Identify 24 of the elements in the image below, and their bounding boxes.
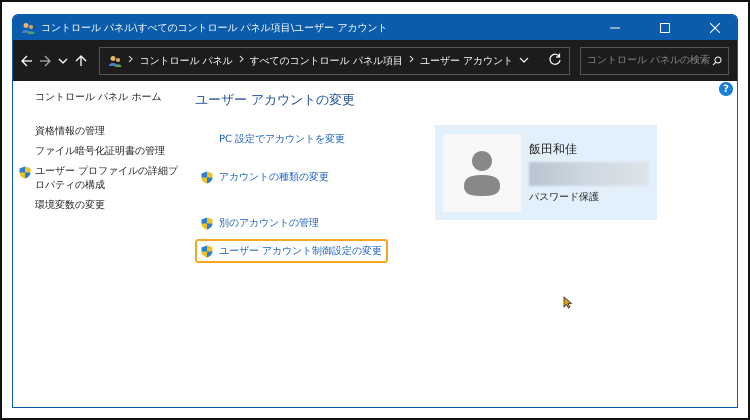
breadcrumb-item[interactable]: コントロール パネル [139, 54, 233, 68]
breadcrumb-item[interactable]: ユーザー アカウント [420, 54, 513, 68]
refresh-icon[interactable] [549, 53, 561, 68]
task-link[interactable]: PC 設定でアカウントを変更 [195, 127, 352, 151]
sidebar-link[interactable]: コントロール パネル ホーム [35, 91, 162, 105]
users-icon [21, 22, 35, 34]
address-bar[interactable]: コントロール パネル すべてのコントロール パネル項目 ユーザー アカウント [99, 46, 570, 74]
user-name: 飯田和佳 [529, 141, 578, 158]
highlighted-link[interactable]: ユーザー アカウント制御設定の変更 [195, 239, 388, 263]
task-link[interactable]: アカウントの種類の変更 [195, 165, 335, 189]
account-status: パスワード保護 [529, 190, 600, 204]
task-link[interactable]: 別のアカウントの管理 [195, 211, 325, 235]
sidebar-link[interactable]: 資格情報の管理 [35, 125, 105, 139]
breadcrumb-item[interactable]: すべてのコントロール パネル項目 [250, 54, 403, 68]
help-button[interactable]: ? [719, 82, 733, 96]
sidebar-link[interactable]: ユーザー プロファイルの詳細プロパティの構成 [35, 165, 179, 193]
search-field[interactable]: コントロール パネルの検索 [587, 48, 712, 72]
users-icon [108, 54, 122, 66]
sidebar-link[interactable]: ファイル暗号化証明書の管理 [35, 145, 165, 159]
sidebar-link[interactable]: 環境変数の変更 [35, 199, 105, 213]
window-title: コントロール パネル\すべてのコントロール パネル項目\ユーザー アカウント [41, 22, 388, 34]
search-box[interactable]: コントロール パネルの検索 [580, 46, 729, 74]
user-avatar-icon [443, 134, 521, 212]
section-heading: ユーザー アカウントの変更 [195, 92, 356, 109]
